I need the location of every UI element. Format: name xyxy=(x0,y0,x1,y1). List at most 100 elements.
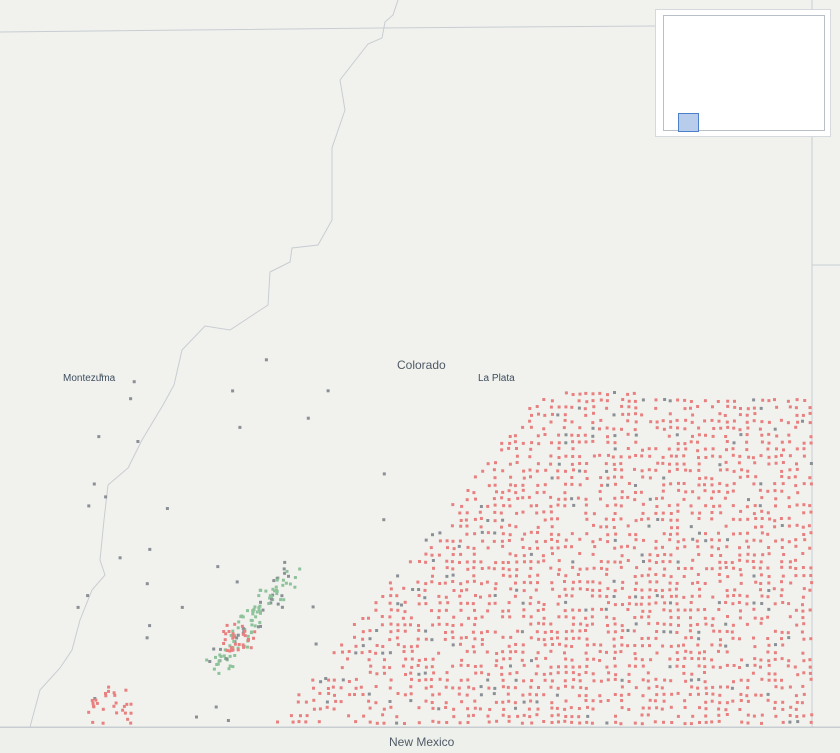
well-marker[interactable] xyxy=(801,413,805,417)
well-marker[interactable] xyxy=(759,482,763,486)
well-marker[interactable] xyxy=(564,454,568,458)
well-marker[interactable] xyxy=(634,657,638,661)
well-marker[interactable] xyxy=(795,700,799,704)
well-marker[interactable] xyxy=(520,630,524,634)
well-marker[interactable] xyxy=(136,440,140,443)
well-marker[interactable] xyxy=(557,446,561,450)
well-marker[interactable] xyxy=(604,462,608,466)
well-marker[interactable] xyxy=(529,560,533,564)
well-marker[interactable] xyxy=(781,707,785,711)
well-marker[interactable] xyxy=(613,622,617,626)
well-marker[interactable] xyxy=(726,575,730,579)
well-marker[interactable] xyxy=(500,496,504,500)
well-marker[interactable] xyxy=(473,623,477,627)
well-marker[interactable] xyxy=(697,468,701,472)
well-marker[interactable] xyxy=(691,714,695,718)
well-marker[interactable] xyxy=(280,594,284,598)
well-marker[interactable] xyxy=(381,713,385,717)
well-marker[interactable] xyxy=(761,553,765,557)
well-marker[interactable] xyxy=(416,580,420,584)
well-marker[interactable] xyxy=(620,404,624,408)
well-marker[interactable] xyxy=(508,552,512,556)
well-marker[interactable] xyxy=(375,672,379,676)
well-marker[interactable] xyxy=(556,517,559,521)
well-marker[interactable] xyxy=(423,596,427,600)
well-marker[interactable] xyxy=(410,657,414,661)
well-marker[interactable] xyxy=(91,720,95,724)
well-marker[interactable] xyxy=(437,616,441,620)
well-marker[interactable] xyxy=(767,575,771,578)
well-marker[interactable] xyxy=(789,705,793,709)
well-marker[interactable] xyxy=(668,588,672,592)
well-marker[interactable] xyxy=(732,680,735,684)
well-marker[interactable] xyxy=(780,469,784,473)
well-marker[interactable] xyxy=(395,721,399,725)
well-marker[interactable] xyxy=(598,581,602,585)
well-marker[interactable] xyxy=(459,642,462,646)
well-marker[interactable] xyxy=(794,406,798,410)
well-marker[interactable] xyxy=(550,679,554,683)
well-marker[interactable] xyxy=(339,700,343,704)
well-marker[interactable] xyxy=(501,573,505,577)
well-marker[interactable] xyxy=(583,469,587,473)
well-marker[interactable] xyxy=(460,589,463,593)
well-marker[interactable] xyxy=(662,483,666,487)
well-marker[interactable] xyxy=(535,405,539,408)
well-marker[interactable] xyxy=(388,666,392,670)
well-marker[interactable] xyxy=(675,631,679,634)
well-marker[interactable] xyxy=(704,433,707,437)
well-marker[interactable] xyxy=(767,441,771,445)
well-marker[interactable] xyxy=(529,685,533,689)
well-marker[interactable] xyxy=(523,532,527,536)
well-marker[interactable] xyxy=(570,405,574,409)
well-marker[interactable] xyxy=(781,643,785,647)
well-marker[interactable] xyxy=(795,398,799,402)
well-marker[interactable] xyxy=(745,694,749,698)
well-marker[interactable] xyxy=(501,518,505,522)
well-marker[interactable] xyxy=(640,413,644,417)
well-marker[interactable] xyxy=(578,483,582,487)
well-marker[interactable] xyxy=(747,545,750,549)
well-marker[interactable] xyxy=(634,519,638,523)
well-marker[interactable] xyxy=(444,608,448,612)
well-marker[interactable] xyxy=(346,657,349,661)
well-marker[interactable] xyxy=(670,721,674,724)
well-marker[interactable] xyxy=(92,482,96,486)
well-marker[interactable] xyxy=(478,510,482,514)
well-marker[interactable] xyxy=(718,629,722,633)
well-marker[interactable] xyxy=(354,677,358,681)
well-marker[interactable] xyxy=(507,498,511,501)
well-marker[interactable] xyxy=(796,491,800,495)
well-marker[interactable] xyxy=(780,475,784,478)
well-marker[interactable] xyxy=(613,664,617,668)
well-marker[interactable] xyxy=(688,693,692,696)
well-marker[interactable] xyxy=(564,630,568,634)
well-marker[interactable] xyxy=(508,441,512,445)
well-marker[interactable] xyxy=(739,433,743,437)
well-marker[interactable] xyxy=(472,491,476,495)
well-marker[interactable] xyxy=(297,720,301,724)
well-marker[interactable] xyxy=(352,623,356,626)
well-marker[interactable] xyxy=(564,469,567,473)
well-marker[interactable] xyxy=(451,573,455,577)
well-marker[interactable] xyxy=(746,531,749,535)
well-marker[interactable] xyxy=(395,594,399,598)
well-marker[interactable] xyxy=(564,657,568,661)
well-marker[interactable] xyxy=(704,700,708,704)
well-marker[interactable] xyxy=(495,659,499,663)
well-marker[interactable] xyxy=(669,512,673,515)
well-marker[interactable] xyxy=(746,699,750,703)
well-marker[interactable] xyxy=(446,601,450,605)
well-marker[interactable] xyxy=(430,665,434,669)
well-marker[interactable] xyxy=(500,448,504,452)
well-marker[interactable] xyxy=(368,637,372,641)
well-marker[interactable] xyxy=(543,678,547,682)
well-marker[interactable] xyxy=(389,594,393,598)
well-marker[interactable] xyxy=(437,553,441,557)
well-marker[interactable] xyxy=(215,663,219,666)
well-marker[interactable] xyxy=(304,720,308,724)
well-marker[interactable] xyxy=(675,602,679,606)
well-marker[interactable] xyxy=(718,412,722,416)
well-marker[interactable] xyxy=(282,598,286,602)
well-marker[interactable] xyxy=(718,579,722,583)
